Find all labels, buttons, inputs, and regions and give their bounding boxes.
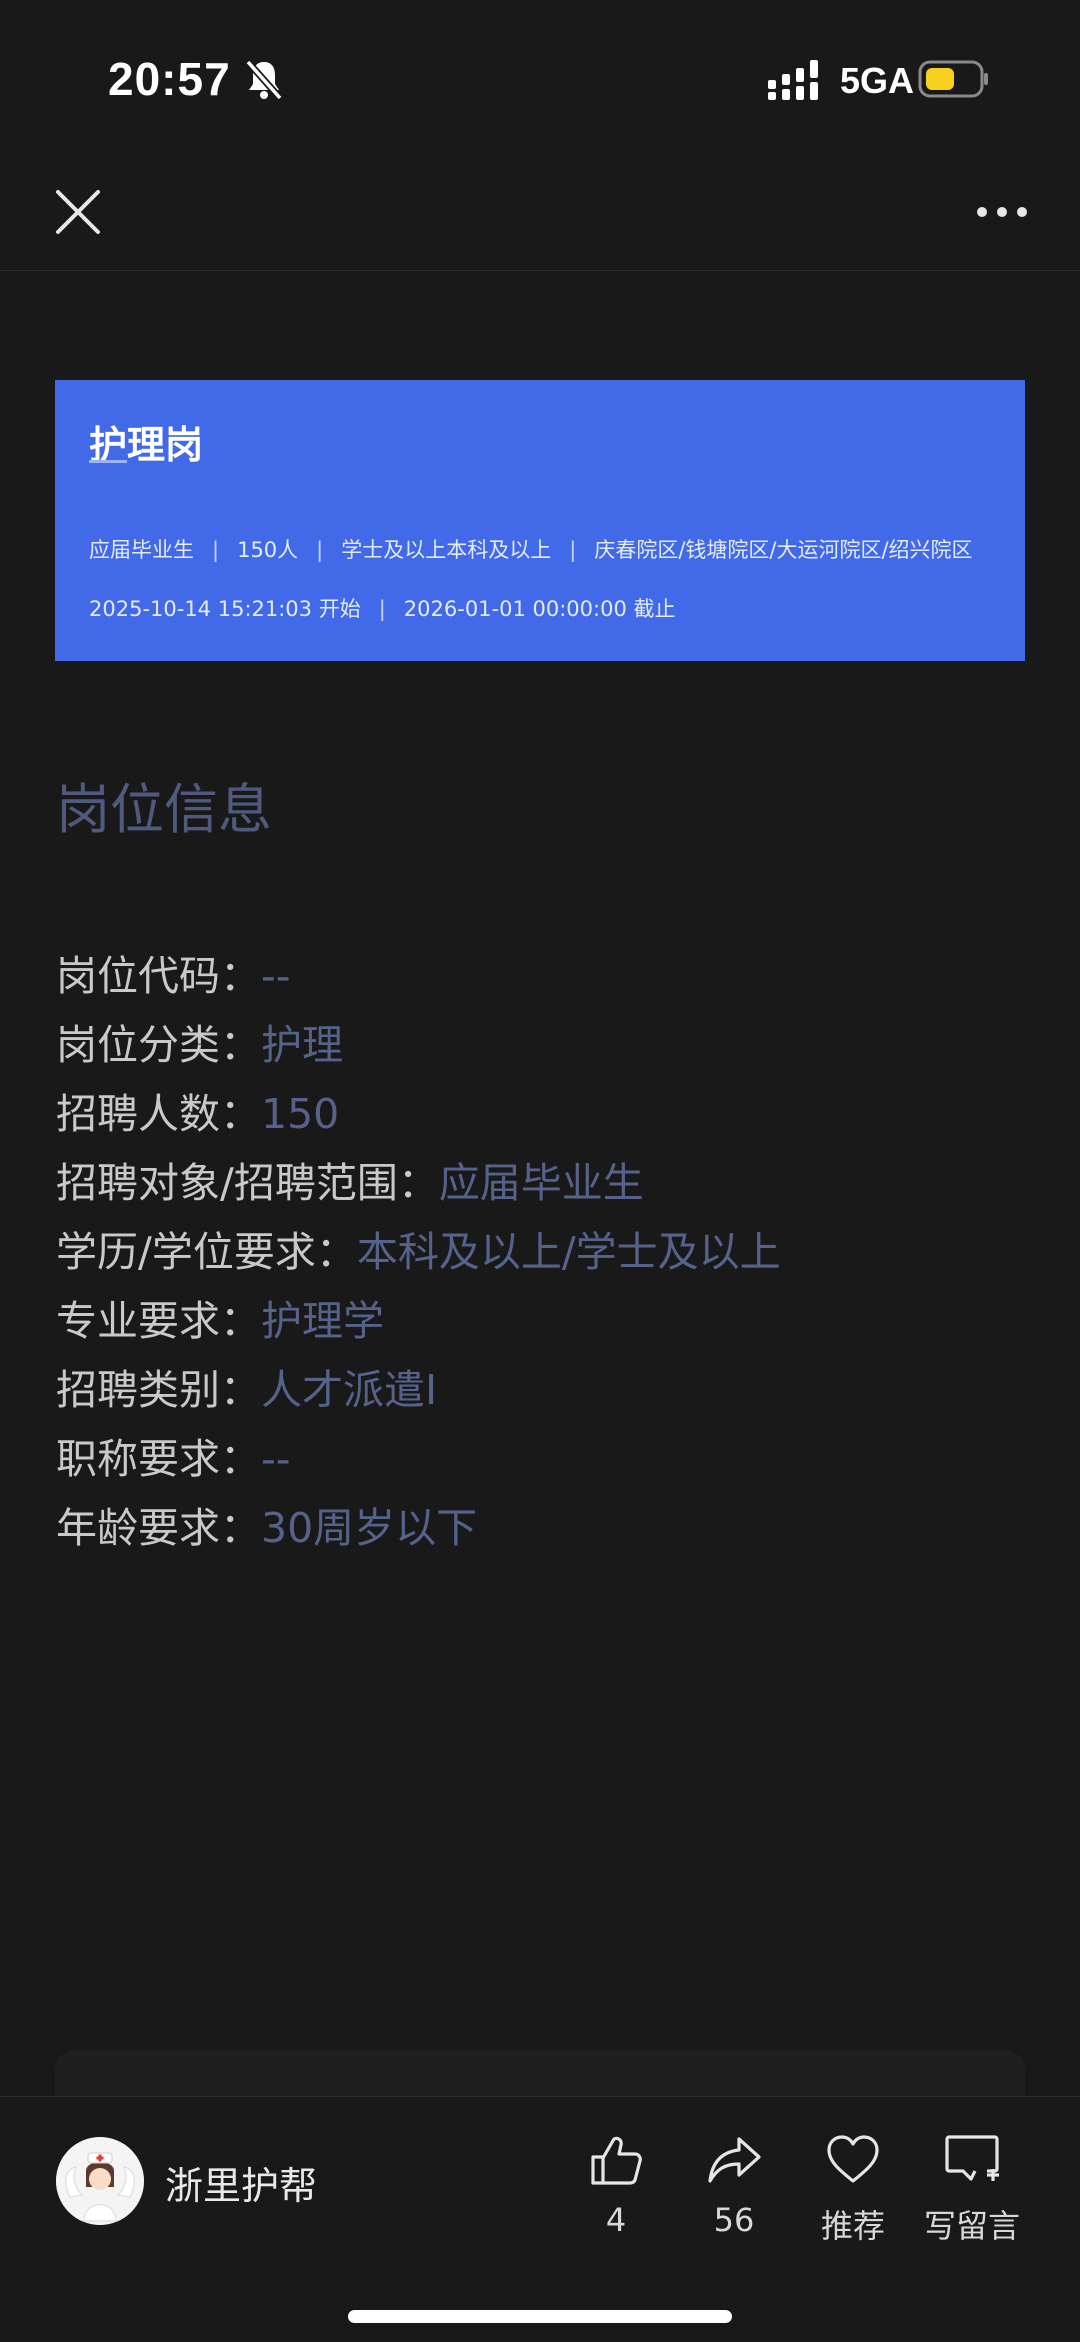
meta-separator: | (316, 538, 324, 562)
info-row-education: 学历/学位要求：本科及以上/学士及以上 (56, 1224, 781, 1293)
info-key: 学历/学位要求： (56, 1228, 357, 1276)
comment-label: 写留言 (923, 2207, 1020, 2245)
job-meta: 应届毕业生 | 150人 | 学士及以上本科及以上 | 庆春院区/钱塘院区/大运河院区/绍兴… (89, 534, 973, 564)
info-row-code: 岗位代码：-- (56, 948, 781, 1017)
meta-separator: | (212, 538, 220, 562)
job-dates: 2025-10-14 15:21:03 开始 | 2026-01-01 00:00:… (89, 593, 676, 623)
bell-off-icon (245, 59, 283, 101)
status-time: 20:57 (108, 53, 231, 105)
recommend-label: 推荐 (820, 2207, 885, 2245)
recommend-button[interactable]: 推荐 (793, 2131, 913, 2247)
heart-icon (827, 2135, 879, 2183)
info-value: 护理学 (261, 1297, 384, 1345)
info-key: 招聘类别： (56, 1366, 261, 1414)
share-button[interactable]: 56 (674, 2131, 794, 2239)
info-value: 30周岁以下 (261, 1504, 478, 1552)
battery-icon (918, 60, 988, 98)
info-value: 人才派遣I (261, 1366, 438, 1414)
info-key: 职称要求： (56, 1435, 261, 1483)
job-info-list: 岗位代码：-- 岗位分类：护理 招聘人数：150 招聘对象/招聘范围：应届毕业生… (56, 948, 781, 1569)
meta-campuses: 庆春院区/钱塘院区/大运河院区/绍兴院区 (594, 538, 973, 562)
close-icon[interactable] (48, 182, 108, 242)
job-banner: 护理岗 应届毕业生 | 150人 | 学士及以上本科及以上 | 庆春院区/钱塘院区/大运河院… (55, 380, 1025, 661)
info-row-target: 招聘对象/招聘范围：应届毕业生 (56, 1155, 781, 1224)
info-row-recruit-type: 招聘类别：人才派遣I (56, 1362, 781, 1431)
signal-icon (768, 60, 818, 100)
meta-separator: | (569, 538, 577, 562)
title-underline (89, 460, 127, 463)
meta-education: 学士及以上本科及以上 (341, 538, 552, 562)
info-key: 招聘对象/招聘范围： (56, 1159, 439, 1207)
more-icon[interactable] (972, 182, 1032, 242)
meta-target: 应届毕业生 (89, 538, 194, 562)
comment-add-icon (945, 2135, 999, 2181)
nurse-avatar-icon (56, 2137, 144, 2225)
top-nav-bar (0, 160, 1080, 271)
info-value: 护理 (261, 1021, 343, 1069)
avatar[interactable] (56, 2137, 144, 2225)
comment-button[interactable]: 写留言 (912, 2131, 1032, 2247)
info-row-major: 专业要求：护理学 (56, 1293, 781, 1362)
info-value: 150 (261, 1090, 340, 1138)
info-row-age: 年龄要求：30周岁以下 (56, 1500, 781, 1569)
info-value: 应届毕业生 (438, 1159, 644, 1207)
share-count: 56 (713, 2201, 755, 2239)
status-bar: 20:57 5GA (0, 0, 1080, 160)
like-count: 4 (605, 2201, 627, 2239)
info-value: -- (261, 1435, 291, 1483)
share-icon (708, 2137, 761, 2183)
info-row-headcount: 招聘人数：150 (56, 1086, 781, 1155)
date-separator: | (378, 597, 386, 621)
section-title: 岗位信息 (56, 778, 272, 841)
meta-count: 150人 (237, 538, 299, 562)
info-row-category: 岗位分类：护理 (56, 1017, 781, 1086)
info-value: -- (261, 952, 291, 1000)
info-key: 岗位分类： (56, 1021, 261, 1069)
account-name[interactable]: 浙里护帮 (165, 2155, 317, 2210)
info-key: 年龄要求： (56, 1504, 261, 1552)
home-indicator[interactable] (348, 2310, 732, 2323)
info-row-title-req: 职称要求：-- (56, 1431, 781, 1500)
end-date: 2026-01-01 00:00:00 截止 (403, 597, 676, 621)
info-key: 专业要求： (56, 1297, 261, 1345)
info-key: 招聘人数： (56, 1090, 261, 1138)
bottom-action-bar: 浙里护帮 4 56 推荐 写留言 (0, 2096, 1080, 2342)
info-key: 岗位代码： (56, 952, 261, 1000)
like-button[interactable]: 4 (556, 2131, 676, 2239)
info-value: 本科及以上/学士及以上 (356, 1228, 781, 1276)
start-date: 2025-10-14 15:21:03 开始 (89, 597, 361, 621)
thumbs-up-icon (591, 2136, 642, 2185)
network-type: 5GA (840, 60, 915, 101)
